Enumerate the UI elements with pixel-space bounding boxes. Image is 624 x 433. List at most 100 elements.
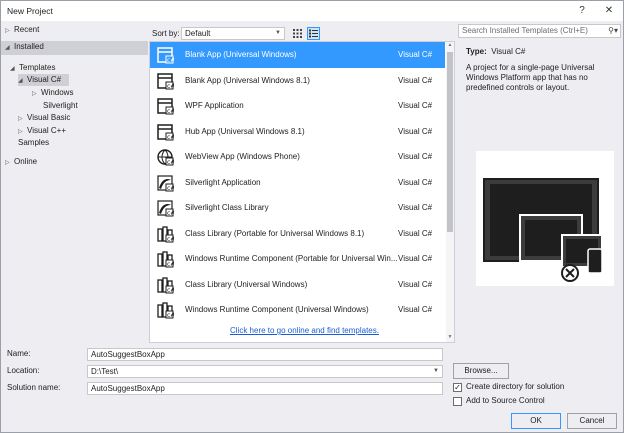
svg-text:c#: c# — [167, 210, 174, 217]
svg-text:c#: c# — [167, 287, 174, 294]
location-field[interactable]: D:\Test\ ▼ — [87, 365, 443, 378]
template-item[interactable]: c# WPF Application Visual C# — [150, 93, 445, 119]
template-language: Visual C# — [398, 305, 433, 314]
template-item[interactable]: c# Silverlight Class Library Visual C# — [150, 195, 445, 221]
ok-button[interactable]: OK — [511, 413, 561, 429]
template-language: Visual C# — [398, 228, 433, 238]
template-language: Visual C# — [398, 177, 433, 187]
tree-item-samples[interactable]: Samples — [18, 137, 49, 149]
template-name: WebView App (Windows Phone) — [185, 152, 300, 161]
list-view-button[interactable] — [307, 27, 320, 40]
chevron-down-icon: ▼ — [275, 30, 281, 36]
template-name: WPF Application — [185, 101, 244, 110]
tree-item-visual-basic[interactable]: ▷ Visual Basic — [18, 112, 70, 124]
new-project-dialog: New Project ? ✕ ▷ Recent ◢ Installed ◢ Temp… — [0, 0, 624, 433]
list-scrollbar[interactable]: ▲ ▼ — [446, 42, 454, 342]
template-name: Silverlight Application — [185, 177, 261, 187]
tree-item-templates[interactable]: ◢ Templates — [10, 62, 55, 74]
collapse-icon[interactable]: ◢ — [5, 42, 14, 54]
template-language: Visual C# — [398, 152, 433, 161]
name-field[interactable]: AutoSuggestBoxApp — [87, 348, 443, 361]
online-templates-link[interactable]: Click here to go online and find templat… — [230, 326, 379, 335]
template-name: Class Library (Portable for Universal Wi… — [185, 228, 365, 238]
blank-app-icon: c# — [157, 47, 174, 64]
svg-text:c#: c# — [167, 134, 174, 141]
template-description: A project for a single-page Universal Wi… — [466, 63, 595, 92]
template-item[interactable]: c# Hub App (Universal Windows 8.1) Visual … — [150, 119, 445, 145]
blank-app-81-icon: c# — [157, 72, 174, 90]
help-button[interactable]: ? — [574, 4, 590, 18]
webview-app-icon: c# — [157, 149, 174, 166]
template-language: Visual C# — [398, 50, 433, 59]
tree-item-online[interactable]: ▷ Online — [5, 156, 37, 168]
solution-name-field[interactable]: AutoSuggestBoxApp — [87, 382, 443, 395]
svg-text:c#: c# — [167, 159, 174, 166]
cancel-button[interactable]: Cancel — [567, 413, 617, 429]
class-lib-portable-icon: c# — [157, 225, 174, 243]
tree-item-visual-cpp[interactable]: ▷ Visual C++ — [18, 125, 66, 137]
template-language: Visual C# — [398, 279, 433, 289]
source-control-label: Add to Source Control — [466, 396, 545, 405]
tree-item-installed[interactable]: ◢ Installed — [1, 41, 148, 55]
browse-button[interactable]: Browse... — [453, 363, 509, 379]
template-item[interactable]: c# Windows Runtime Component (Portable fo… — [150, 246, 445, 272]
search-icon[interactable]: ⚲▾ — [608, 25, 618, 37]
close-button[interactable]: ✕ — [601, 4, 617, 18]
template-name: Blank App (Universal Windows 8.1) — [185, 75, 310, 85]
template-name: Class Library (Universal Windows) — [185, 279, 308, 289]
solution-name-label: Solution name: — [7, 383, 61, 392]
scroll-up-icon[interactable]: ▲ — [446, 42, 454, 50]
expand-icon[interactable]: ▷ — [5, 25, 14, 37]
template-language: Visual C# — [398, 203, 433, 212]
svg-text:c#: c# — [167, 57, 174, 64]
template-item[interactable]: c# Windows Runtime Component (Universal W… — [150, 297, 445, 323]
wpf-app-icon: c# — [157, 98, 174, 115]
universal-devices-icon — [476, 151, 614, 286]
search-placeholder: Search Installed Templates (Ctrl+E) — [462, 26, 588, 35]
sort-dropdown[interactable]: Default ▼ — [181, 27, 285, 40]
sort-label: Sort by: — [152, 29, 180, 38]
name-label: Name: — [7, 349, 31, 358]
silverlight-lib-icon: c# — [157, 200, 174, 217]
type-label: Type: — [466, 47, 487, 56]
template-language: Visual C# — [398, 75, 433, 85]
template-name: Blank App (Universal Windows) — [185, 50, 297, 59]
template-name: Windows Runtime Component (Portable for … — [185, 254, 398, 263]
template-name: Windows Runtime Component (Universal Win… — [185, 305, 369, 314]
expand-icon[interactable]: ▷ — [18, 113, 27, 125]
template-item[interactable]: c# WebView App (Windows Phone) Visual C# — [150, 144, 445, 170]
svg-text:c#: c# — [167, 83, 174, 90]
expand-icon[interactable]: ▷ — [32, 88, 41, 100]
expand-icon[interactable]: ▷ — [5, 157, 14, 169]
svg-text:c#: c# — [167, 108, 174, 115]
tree-item-windows[interactable]: ▷ Windows — [32, 87, 73, 99]
hub-app-icon: c# — [157, 123, 174, 141]
svg-text:c#: c# — [167, 236, 174, 243]
template-language: Visual C# — [398, 254, 433, 263]
template-item[interactable]: c# Silverlight Application Visual C# — [150, 170, 445, 196]
silverlight-app-icon: c# — [157, 174, 174, 192]
source-control-checkbox[interactable] — [453, 397, 462, 406]
svg-text:c#: c# — [167, 312, 174, 319]
tree-item-recent[interactable]: ▷ Recent — [5, 24, 39, 36]
collapse-icon[interactable]: ◢ — [18, 75, 27, 87]
svg-text:c#: c# — [167, 185, 174, 192]
scroll-thumb[interactable] — [447, 52, 453, 232]
template-type: Type: Visual C# — [466, 47, 525, 56]
chevron-down-icon[interactable]: ▼ — [433, 366, 439, 377]
template-item[interactable]: c# Blank App (Universal Windows 8.1) Visua… — [150, 68, 445, 94]
search-templates-input[interactable]: Search Installed Templates (Ctrl+E) ⚲▾ — [458, 24, 621, 38]
small-icons-view-button[interactable] — [291, 27, 304, 40]
tree-item-visual-csharp[interactable]: ◢ Visual C# — [18, 74, 70, 87]
winrt-portable-icon: c# — [157, 251, 174, 268]
tree-item-silverlight[interactable]: Silverlight — [43, 100, 78, 112]
create-directory-label: Create directory for solution — [466, 382, 565, 391]
create-directory-checkbox[interactable]: ✓ — [453, 383, 462, 392]
class-lib-uwp-icon: c# — [157, 276, 174, 294]
scroll-down-icon[interactable]: ▼ — [446, 334, 454, 342]
template-item[interactable]: c# Blank App (Universal Windows) Visual C# — [150, 42, 445, 68]
template-item[interactable]: c# Class Library (Universal Windows) Visua… — [150, 272, 445, 298]
svg-text:c#: c# — [167, 261, 174, 268]
template-tree: ▷ Recent ◢ Installed ◢ Templates ◢ Visual C#… — [1, 21, 148, 343]
template-item[interactable]: c# Class Library (Portable for Universal … — [150, 221, 445, 247]
